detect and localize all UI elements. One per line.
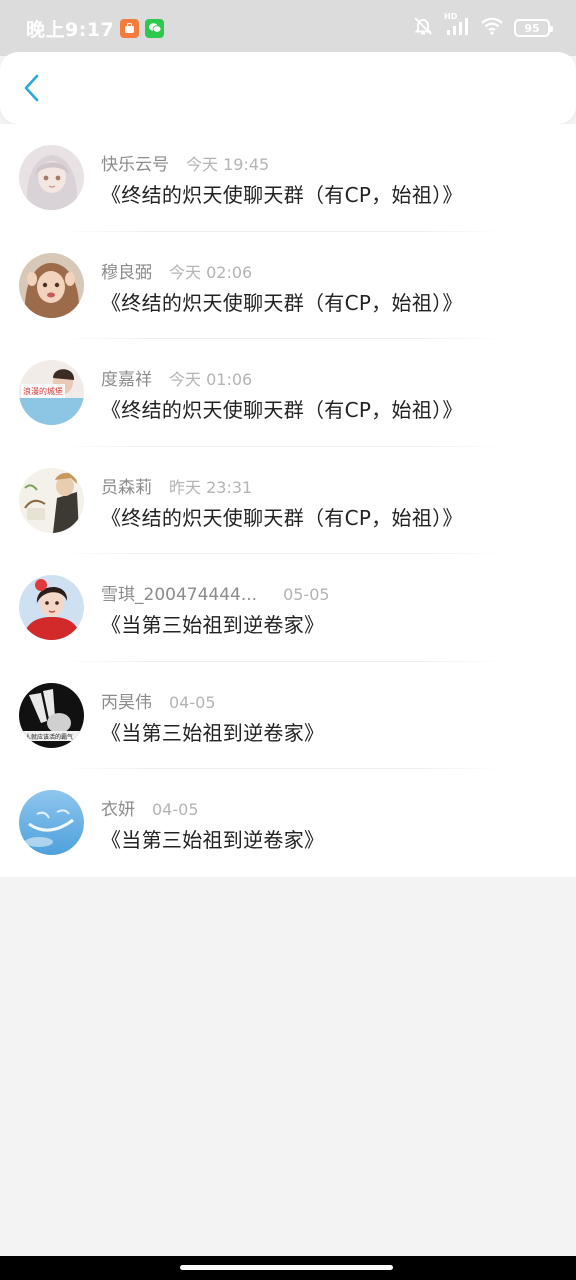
avatar-text: 人就应该活的霸气 (25, 733, 73, 741)
list-item[interactable]: 浪漫的城堡 度嘉祥 今天 01:06 《终结的炽天使聊天群（有CP，始祖）》 (0, 339, 576, 447)
avatar-text: 浪漫的城堡 (23, 386, 63, 396)
avatar[interactable]: 人就应该活的霸气 (19, 682, 84, 748)
sender-name: 快乐云号 (101, 155, 169, 175)
message-text: 《终结的炽天使聊天群（有CP，始祖）》 (101, 398, 463, 422)
battery-icon: 95 (514, 19, 553, 37)
avatar[interactable] (19, 790, 84, 855)
mi-store-icon (120, 18, 140, 38)
message-text: 《当第三始祖到逆卷家》 (101, 613, 325, 637)
message-text: 《终结的炽天使聊天群（有CP，始祖）》 (101, 505, 463, 530)
item-meta: 度嘉祥 今天 01:06 (101, 365, 252, 390)
mute-bell-icon (412, 15, 434, 41)
sender-name: 度嘉祥 (101, 370, 152, 390)
timestamp: 05-05 (283, 585, 330, 604)
message-text: 《终结的炽天使聊天群（有CP，始祖）》 (101, 183, 463, 207)
list-item[interactable]: 快乐云号 今天 19:45 《终结的炽天使聊天群（有CP，始祖）》 (0, 124, 576, 232)
message-text: 《终结的炽天使聊天群（有CP，始祖）》 (101, 290, 463, 315)
signal-icon: HD (444, 12, 470, 40)
timestamp: 今天 02:06 (169, 262, 253, 282)
home-indicator[interactable] (180, 1265, 393, 1270)
chevron-left-icon (24, 74, 39, 102)
list-item[interactable]: 穆良弼 今天 02:06 《终结的炽天使聊天群（有CP，始祖）》 (0, 232, 576, 339)
avatar[interactable]: 浪漫的城堡 (19, 360, 84, 425)
battery-level: 95 (524, 21, 540, 35)
list-item[interactable]: 员森莉 昨天 23:31 《终结的炽天使聊天群（有CP，始祖）》 (0, 447, 576, 554)
message-list: 快乐云号 今天 19:45 《终结的炽天使聊天群（有CP，始祖）》 穆良弼 今天… (0, 124, 576, 877)
avatar[interactable] (19, 252, 84, 318)
navigation-bar (0, 1256, 576, 1280)
list-item[interactable]: 人就应该活的霸气 丙昊伟 04-05 《当第三始祖到逆卷家》 (0, 662, 576, 769)
timestamp: 今天 19:45 (186, 155, 270, 174)
avatar[interactable] (19, 467, 84, 533)
header (0, 52, 576, 124)
status-bar: 晚上9:17 HD 95 (0, 0, 576, 56)
sender-name: 衣妍 (101, 800, 135, 820)
back-button[interactable] (14, 70, 50, 106)
wechat-icon (145, 18, 165, 38)
list-item[interactable]: 雪琪_200474444... 05-05 《当第三始祖到逆卷家》 (0, 554, 576, 662)
sender-name: 丙昊伟 (101, 692, 152, 713)
item-meta: 穆良弼 今天 02:06 (101, 258, 252, 283)
avatar[interactable] (19, 575, 84, 640)
sender-name: 穆良弼 (101, 262, 152, 283)
item-meta: 衣妍 04-05 (101, 795, 199, 820)
item-meta: 雪琪_200474444... 05-05 (101, 580, 330, 605)
timestamp: 04-05 (152, 800, 199, 819)
item-meta: 员森莉 昨天 23:31 (101, 473, 252, 498)
hd-label: HD (444, 12, 458, 21)
status-time: 晚上9:17 (26, 18, 115, 41)
message-text: 《当第三始祖到逆卷家》 (101, 828, 325, 852)
timestamp: 昨天 23:31 (169, 477, 253, 497)
item-meta: 丙昊伟 04-05 (101, 688, 216, 713)
timestamp: 04-05 (169, 692, 216, 712)
sender-name: 员森莉 (101, 477, 152, 498)
sender-name: 雪琪_200474444... (101, 585, 258, 605)
item-meta: 快乐云号 今天 19:45 (101, 150, 269, 175)
wifi-icon (480, 16, 504, 40)
avatar[interactable] (19, 145, 84, 210)
timestamp: 今天 01:06 (169, 370, 253, 389)
status-icons: HD 95 (412, 12, 553, 41)
message-text: 《当第三始祖到逆卷家》 (101, 720, 325, 745)
list-item[interactable]: 衣妍 04-05 《当第三始祖到逆卷家》 (0, 769, 576, 877)
